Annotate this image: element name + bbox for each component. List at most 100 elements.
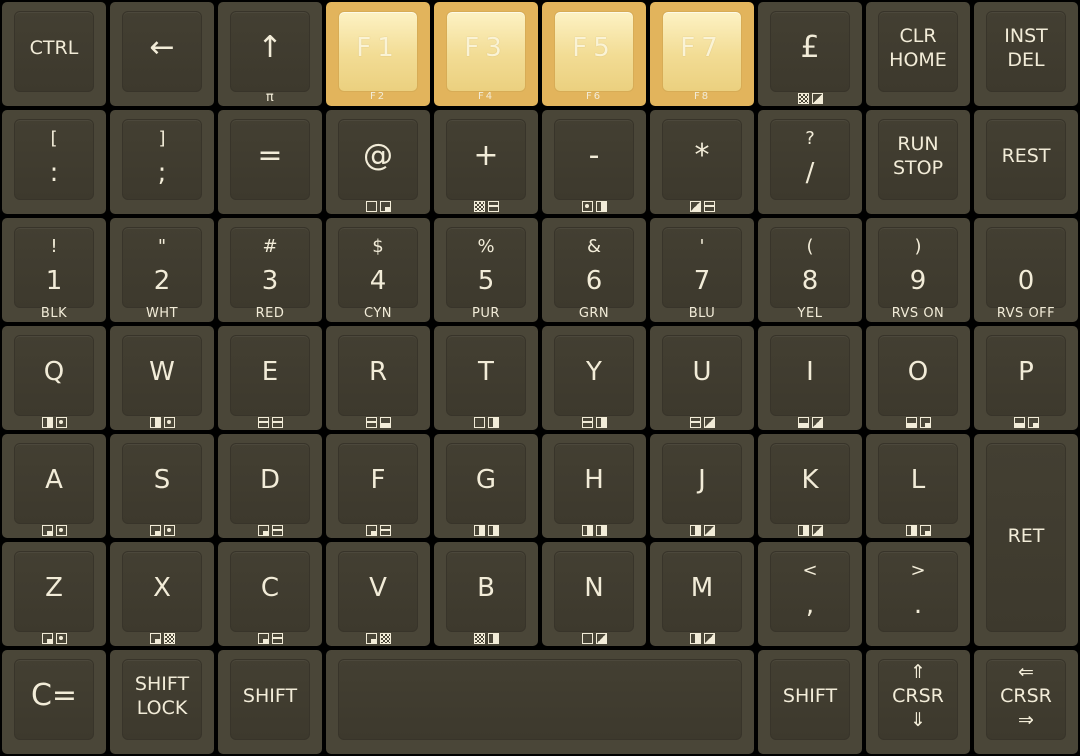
key-w[interactable]: W <box>110 326 214 430</box>
key-inst-del[interactable]: INST DEL <box>974 2 1078 106</box>
key-up-arrow[interactable]: ↑ π <box>218 2 322 106</box>
key-left-arrow[interactable]: ← <box>110 2 214 106</box>
key-o[interactable]: O <box>866 326 970 430</box>
key-clr-home[interactable]: CLR HOME <box>866 2 970 106</box>
key-l[interactable]: L <box>866 434 970 538</box>
keycap-surface <box>230 227 310 308</box>
key-s[interactable]: S <box>110 434 214 538</box>
key-p[interactable]: P <box>974 326 1078 430</box>
key-key-2[interactable]: " 2 WHT <box>110 218 214 322</box>
key-h[interactable]: H <box>542 434 646 538</box>
key-key-7[interactable]: ' 7 BLU <box>650 218 754 322</box>
key-key-5[interactable]: % 5 PUR <box>434 218 538 322</box>
key-at[interactable]: @ <box>326 110 430 214</box>
key-t[interactable]: T <box>434 326 538 430</box>
key-less-comma[interactable]: <, <box>758 542 862 646</box>
key-x[interactable]: X <box>110 542 214 646</box>
key-u[interactable]: U <box>650 326 754 430</box>
key-key-6[interactable]: & 6 GRN <box>542 218 646 322</box>
keycap-surface <box>338 227 418 308</box>
key-n[interactable]: N <box>542 542 646 646</box>
key-return[interactable]: RET <box>974 434 1078 646</box>
key-b[interactable]: B <box>434 542 538 646</box>
key-pound[interactable]: £ <box>758 2 862 106</box>
key-ctrl[interactable]: CTRL <box>2 2 106 106</box>
key-f[interactable]: F <box>326 434 430 538</box>
graphic-symbol-icon <box>149 417 161 428</box>
graphic-symbol-icon <box>163 417 175 428</box>
graphic-symbol-icon <box>595 201 607 212</box>
key-sublabel: π <box>265 90 275 105</box>
key-f5[interactable]: F5 F6 <box>542 2 646 106</box>
key-key-0[interactable]: 0 RVS OFF <box>974 218 1078 322</box>
key-shift-right[interactable]: SHIFT <box>758 650 862 754</box>
key-j[interactable]: J <box>650 434 754 538</box>
keycap-surface <box>446 11 526 92</box>
key-y[interactable]: Y <box>542 326 646 430</box>
key-k[interactable]: K <box>758 434 862 538</box>
key-v[interactable]: V <box>326 542 430 646</box>
key-crsr-left-right[interactable]: ⇐ CRSR ⇒ <box>974 650 1078 754</box>
key-key-9[interactable]: ) 9 RVS ON <box>866 218 970 322</box>
key-d[interactable]: D <box>218 434 322 538</box>
key-key-4[interactable]: $4 CYN <box>326 218 430 322</box>
graphic-symbol-icon <box>581 525 593 536</box>
key-space[interactable] <box>326 650 754 754</box>
keycap-surface <box>14 551 94 632</box>
graphic-symbol-icon <box>905 417 917 428</box>
key-f3[interactable]: F3 F4 <box>434 2 538 106</box>
key-restore[interactable]: REST <box>974 110 1078 214</box>
graphic-symbols <box>326 525 430 536</box>
keycap-surface <box>14 11 94 92</box>
key-crsr-up-down[interactable]: ⇑ CRSR ⇓ <box>866 650 970 754</box>
keycap-surface <box>986 227 1066 308</box>
graphic-symbol-icon <box>919 525 931 536</box>
keycap-surface <box>14 443 94 524</box>
graphic-symbols <box>758 417 862 428</box>
graphic-symbol-icon <box>271 633 283 644</box>
graphic-symbol-icon <box>581 633 593 644</box>
key-run-stop[interactable]: RUN STOP <box>866 110 970 214</box>
key-c[interactable]: C <box>218 542 322 646</box>
key-f7[interactable]: F7 F8 <box>650 2 754 106</box>
key-asterisk[interactable]: * <box>650 110 754 214</box>
key-bracket-open[interactable]: [: <box>2 110 106 214</box>
key-shift-lock[interactable]: SHIFT LOCK <box>110 650 214 754</box>
keycap-surface <box>986 11 1066 92</box>
keycap-surface <box>122 11 202 92</box>
graphic-symbol-icon <box>55 417 67 428</box>
keycap-surface <box>770 335 850 416</box>
key-m[interactable]: M <box>650 542 754 646</box>
graphic-symbols <box>2 525 106 536</box>
keycap-surface <box>662 227 742 308</box>
key-q[interactable]: Q <box>2 326 106 430</box>
keycap-surface <box>554 443 634 524</box>
key-question-slash[interactable]: ? / <box>758 110 862 214</box>
key-minus[interactable]: - <box>542 110 646 214</box>
key-shift-left[interactable]: SHIFT <box>218 650 322 754</box>
key-greater-period[interactable]: >. <box>866 542 970 646</box>
key-commodore[interactable]: C= <box>2 650 106 754</box>
graphic-symbol-icon <box>703 525 715 536</box>
key-sublabel: CYN <box>363 306 392 321</box>
key-bracket-close[interactable]: ]; <box>110 110 214 214</box>
key-r[interactable]: R <box>326 326 430 430</box>
graphic-symbol-icon <box>487 525 499 536</box>
key-a[interactable]: A <box>2 434 106 538</box>
key-g[interactable]: G <box>434 434 538 538</box>
key-key-8[interactable]: (8 YEL <box>758 218 862 322</box>
key-plus[interactable]: + <box>434 110 538 214</box>
key-key-3[interactable]: #3 RED <box>218 218 322 322</box>
key-i[interactable]: I <box>758 326 862 430</box>
key-e[interactable]: E <box>218 326 322 430</box>
key-equals[interactable]: = <box>218 110 322 214</box>
keycap-surface <box>14 227 94 308</box>
key-z[interactable]: Z <box>2 542 106 646</box>
key-key-1[interactable]: ! 1 BLK <box>2 218 106 322</box>
key-sublabel: PUR <box>472 306 500 321</box>
graphic-symbol-icon <box>811 93 823 104</box>
key-f1[interactable]: F1 F2 <box>326 2 430 106</box>
graphic-symbol-icon <box>581 417 593 428</box>
keycap-surface <box>878 443 958 524</box>
graphic-symbol-icon <box>149 525 161 536</box>
